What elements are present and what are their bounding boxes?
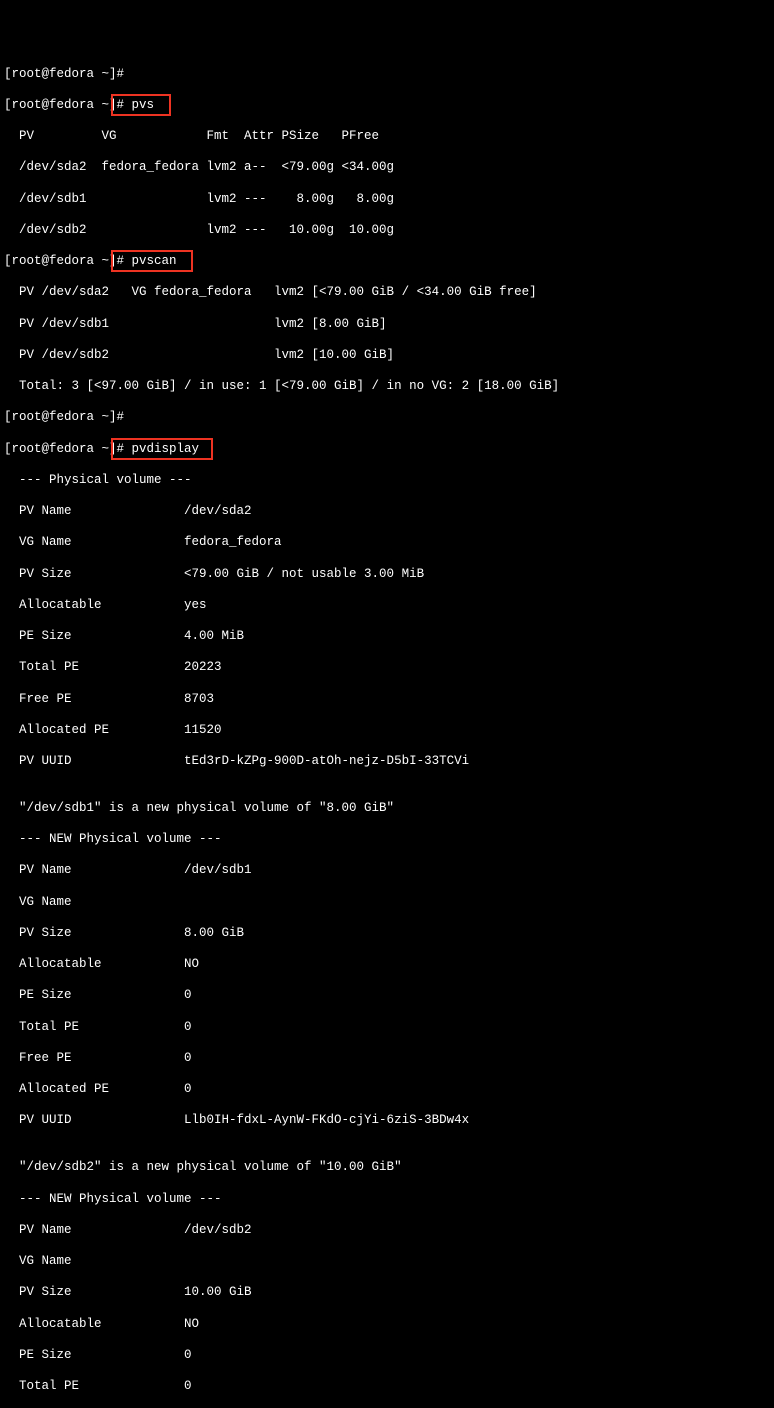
pvdisplay-row: PE Size 0	[4, 1348, 770, 1364]
pvdisplay-row: Allocated PE 0	[4, 1082, 770, 1098]
highlight-box-pvdisplay	[111, 438, 213, 460]
pvdisplay-row: VG Name	[4, 1254, 770, 1270]
pvdisplay-row: PE Size 4.00 MiB	[4, 629, 770, 645]
pvdisplay-row: VG Name	[4, 895, 770, 911]
prompt-line-pvscan: [root@fedora ~]# pvscan	[4, 254, 770, 270]
highlight-box-pvs	[111, 94, 171, 116]
pvdisplay-row: Total PE 0	[4, 1379, 770, 1395]
pvdisplay-row: Allocatable NO	[4, 957, 770, 973]
pvdisplay-row: --- Physical volume ---	[4, 473, 770, 489]
pvdisplay-row: Total PE 0	[4, 1020, 770, 1036]
pvdisplay-row: Allocatable yes	[4, 598, 770, 614]
cmd-pvscan[interactable]: # pvscan	[117, 254, 177, 270]
pvs-row: /dev/sdb2 lvm2 --- 10.00g 10.00g	[4, 223, 770, 239]
pvdisplay-row: "/dev/sdb1" is a new physical volume of …	[4, 801, 770, 817]
pvdisplay-row: Free PE 0	[4, 1051, 770, 1067]
pvdisplay-row: --- NEW Physical volume ---	[4, 832, 770, 848]
prompt-text: [root@fedora ~]	[4, 98, 117, 112]
pvscan-row: PV /dev/sdb1 lvm2 [8.00 GiB]	[4, 317, 770, 333]
prompt-text: [root@fedora ~]	[4, 254, 117, 268]
pvdisplay-row: --- NEW Physical volume ---	[4, 1192, 770, 1208]
pvscan-row: Total: 3 [<97.00 GiB] / in use: 1 [<79.0…	[4, 379, 770, 395]
prompt-text: [root@fedora ~]	[4, 442, 117, 456]
pvdisplay-row: "/dev/sdb2" is a new physical volume of …	[4, 1160, 770, 1176]
prompt-line-pvs: [root@fedora ~]# pvs	[4, 98, 770, 114]
pvdisplay-row: PV UUID Llb0IH-fdxL-AynW-FKdO-cjYi-6ziS-…	[4, 1113, 770, 1129]
pvs-row: /dev/sdb1 lvm2 --- 8.00g 8.00g	[4, 192, 770, 208]
prompt-line: [root@fedora ~]#	[4, 410, 770, 426]
pvdisplay-row: Free PE 8703	[4, 692, 770, 708]
pvdisplay-row: VG Name fedora_fedora	[4, 535, 770, 551]
pvscan-row: PV /dev/sdb2 lvm2 [10.00 GiB]	[4, 348, 770, 364]
pvdisplay-row: Allocated PE 11520	[4, 723, 770, 739]
pvdisplay-row: PV Name /dev/sda2	[4, 504, 770, 520]
pvdisplay-row: PV Name /dev/sdb1	[4, 863, 770, 879]
pvdisplay-row: PE Size 0	[4, 988, 770, 1004]
pvdisplay-row: Allocatable NO	[4, 1317, 770, 1333]
prompt-line: [root@fedora ~]#	[4, 67, 770, 83]
pvdisplay-row: PV Size 10.00 GiB	[4, 1285, 770, 1301]
pvs-header: PV VG Fmt Attr PSize PFree	[4, 129, 770, 145]
pvdisplay-row: Total PE 20223	[4, 660, 770, 676]
highlight-box-pvscan	[111, 250, 193, 272]
pvdisplay-row: PV UUID tEd3rD-kZPg-900D-atOh-nejz-D5bI-…	[4, 754, 770, 770]
cmd-pvdisplay[interactable]: # pvdisplay	[117, 442, 200, 458]
cmd-pvs[interactable]: # pvs	[117, 98, 155, 114]
prompt-line-pvdisplay: [root@fedora ~]# pvdisplay	[4, 442, 770, 458]
pvdisplay-row: PV Size <79.00 GiB / not usable 3.00 MiB	[4, 567, 770, 583]
pvdisplay-row: PV Size 8.00 GiB	[4, 926, 770, 942]
pvdisplay-row: PV Name /dev/sdb2	[4, 1223, 770, 1239]
pvs-row: /dev/sda2 fedora_fedora lvm2 a-- <79.00g…	[4, 160, 770, 176]
pvscan-row: PV /dev/sda2 VG fedora_fedora lvm2 [<79.…	[4, 285, 770, 301]
